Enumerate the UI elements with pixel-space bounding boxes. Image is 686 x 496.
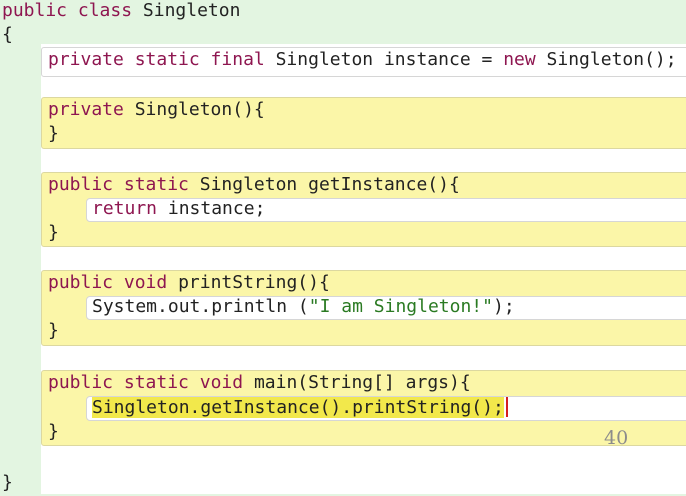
main-statement[interactable]: Singleton.getInstance().printString(); [92,397,508,419]
keyword-private-static-final: private static final [48,49,265,70]
keyword-void: void [199,372,244,393]
keyword-public: public [48,272,114,293]
return-statement: return instance; [92,198,265,220]
constructor-signature: private Singleton(){ [48,99,265,121]
print-string-name: printString(){ [178,272,330,293]
print-string-signature: public void printString(){ [48,272,330,294]
get-instance-close-brace: } [48,222,59,243]
text-caret [505,397,508,417]
class-open-brace: { [2,24,13,45]
main-name: main(String[] args){ [253,372,471,393]
highlighted-call[interactable]: Singleton.getInstance().printString(); [92,397,504,418]
keyword-void: void [123,272,168,293]
main-signature: public static void main(String[] args){ [48,372,471,394]
get-instance-signature: public static Singleton getInstance(){ [48,174,460,196]
println-statement: System.out.println ("I am Singleton!"); [92,296,515,318]
keyword-new: new [503,49,536,70]
main-close-brace: } [48,421,59,442]
field-initializer: Singleton(); [546,49,677,70]
constructor-close-brace: } [48,123,59,144]
string-literal: "I am Singleton!" [308,296,493,317]
code-slide: { "code": { "class_decl": {"kw": "public… [0,0,686,496]
class-name: Singleton [142,0,241,21]
keyword-public-class: public class [2,0,133,21]
keyword-public-static: public static [48,174,189,195]
class-close-brace: } [2,472,13,493]
keyword-public-static: public static [48,372,189,393]
keyword-private: private [48,99,124,120]
return-value: instance; [167,198,266,219]
class-declaration: public class Singleton [2,0,240,22]
page-number: 40 [604,427,629,449]
constructor-name: Singleton(){ [134,99,265,120]
get-instance-name: Singleton getInstance(){ [199,174,460,195]
field-declaration: private static final Singleton instance … [48,49,677,71]
println-call: System.out.println ( [92,296,309,317]
keyword-return: return [92,198,158,219]
println-end: ); [492,296,515,317]
field-text: Singleton instance = [275,49,493,70]
print-string-close-brace: } [48,320,59,341]
